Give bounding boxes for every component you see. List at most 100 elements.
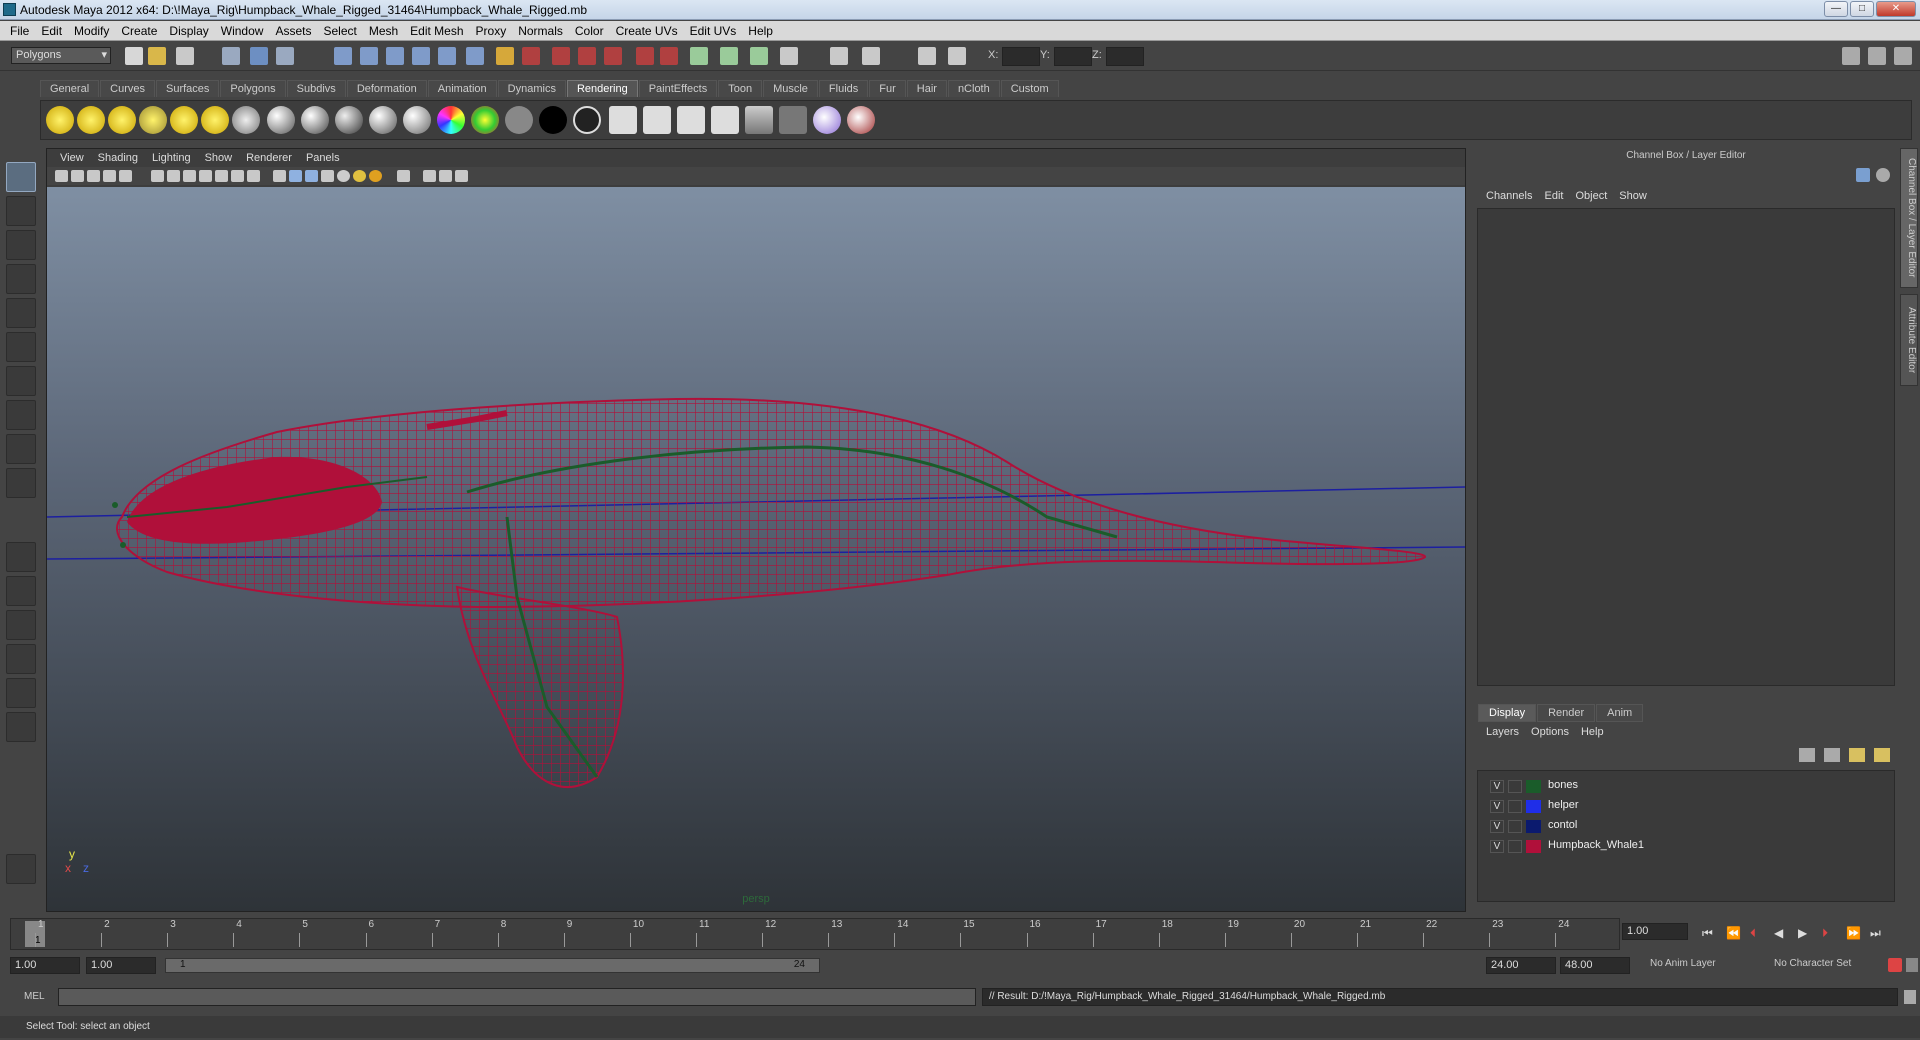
current-frame-field[interactable]: 1.00 — [1622, 923, 1688, 940]
shelf-tab-painteffects[interactable]: PaintEffects — [638, 80, 718, 97]
bookmarks-icon[interactable] — [87, 170, 100, 182]
anti-aliasing-icon[interactable] — [455, 170, 468, 182]
layout-icon[interactable] — [780, 47, 798, 65]
channel-toggle-icon[interactable] — [750, 47, 768, 65]
layer-row[interactable]: V bones — [1478, 777, 1894, 796]
layer-playback-toggle[interactable] — [1508, 780, 1522, 793]
high-quality-icon[interactable] — [423, 170, 436, 182]
perspective-viewport[interactable]: y x z persp — [46, 187, 1466, 911]
menu-display[interactable]: Display — [163, 24, 214, 38]
shelf-tab-fluids[interactable]: Fluids — [818, 80, 869, 97]
select-component-icon[interactable] — [276, 47, 294, 65]
snap-plane-icon[interactable] — [412, 47, 430, 65]
layered-shader-icon[interactable] — [471, 106, 499, 134]
menu-set-dropdown[interactable]: Polygons — [11, 47, 111, 64]
minimize-button[interactable]: — — [1824, 1, 1848, 17]
ambient-occlusion-icon[interactable] — [439, 170, 452, 182]
shelf-tab-subdivs[interactable]: Subdivs — [286, 80, 346, 97]
maximize-button[interactable]: □ — [1850, 1, 1874, 17]
menu-edit[interactable]: Edit — [35, 24, 68, 38]
area-light-icon[interactable] — [170, 106, 198, 134]
render-settings-shelf-icon[interactable] — [677, 106, 705, 134]
ipr-render-icon[interactable] — [578, 47, 596, 65]
show-attribute-editor-icon[interactable] — [1868, 47, 1886, 65]
menu-create-uvs[interactable]: Create UVs — [610, 24, 684, 38]
shelf-tab-animation[interactable]: Animation — [427, 80, 497, 97]
play-backward-icon[interactable]: ◀ — [1774, 926, 1783, 940]
y-field[interactable] — [1054, 47, 1092, 66]
select-hierarchy-icon[interactable] — [222, 47, 240, 65]
layer-playback-toggle[interactable] — [1508, 840, 1522, 853]
channels-menu[interactable]: Channels — [1480, 190, 1538, 202]
move-tool-icon[interactable] — [6, 264, 36, 294]
script-editor-icon[interactable] — [1904, 990, 1916, 1004]
shading-map-icon[interactable] — [573, 106, 601, 134]
anim-start-field[interactable]: 1.00 — [86, 957, 156, 974]
shadows-icon[interactable] — [369, 170, 382, 182]
step-forward-key-icon[interactable]: ⏵ — [1822, 926, 1828, 941]
phonge-shader-icon[interactable] — [403, 106, 431, 134]
tab-anim[interactable]: Anim — [1596, 704, 1644, 722]
render-view-icon[interactable] — [522, 47, 540, 65]
shelf-tab-general[interactable]: General — [40, 80, 100, 97]
render-view-shelf-icon[interactable] — [745, 106, 773, 134]
shelf-tab-curves[interactable]: Curves — [100, 80, 155, 97]
persp-outliner-layout-icon[interactable] — [6, 610, 36, 640]
layer-row[interactable]: V contol — [1478, 817, 1894, 836]
persp-trax-layout-icon[interactable] — [6, 712, 36, 742]
command-input[interactable] — [58, 988, 976, 1006]
last-tool-icon[interactable] — [6, 468, 36, 498]
time-slider[interactable]: 1 1 2 3 4 5 6 7 8 9 10 11 12 13 14 15 16 17 18 19 20 21 22 23 2… — [10, 918, 1620, 950]
select-tool-icon[interactable] — [6, 162, 36, 192]
script-language-label[interactable]: MEL — [24, 991, 45, 1002]
menu-edit-uvs[interactable]: Edit UVs — [684, 24, 743, 38]
open-scene-icon[interactable] — [148, 47, 166, 65]
directional-light-icon[interactable] — [77, 106, 105, 134]
snap-grid-icon[interactable] — [334, 47, 352, 65]
shelf-tab-surfaces[interactable]: Surfaces — [155, 80, 220, 97]
render-current-frame-icon[interactable] — [609, 106, 637, 134]
transform-icon[interactable] — [830, 47, 848, 65]
wireframe-icon[interactable] — [273, 170, 286, 182]
scale-tool-icon[interactable] — [6, 332, 36, 362]
film-gate-icon[interactable] — [167, 170, 180, 182]
soft-modification-icon[interactable] — [6, 400, 36, 430]
layer-visibility-toggle[interactable]: V — [1490, 820, 1504, 833]
layers-menu[interactable]: Layers — [1480, 726, 1525, 738]
attribute-sort-icon[interactable] — [1856, 168, 1870, 182]
z-field[interactable] — [1106, 47, 1144, 66]
channel-list[interactable] — [1477, 208, 1895, 686]
step-back-icon[interactable]: ⏪ — [1726, 926, 1741, 940]
layer-row[interactable]: V helper — [1478, 797, 1894, 816]
go-to-start-icon[interactable]: ⏮ — [1702, 926, 1713, 941]
play-forward-icon[interactable]: ▶ — [1798, 926, 1807, 940]
safe-title-icon[interactable] — [247, 170, 260, 182]
layer-color-swatch[interactable] — [1526, 780, 1541, 793]
lambert-shader-icon[interactable] — [335, 106, 363, 134]
side-tab-attribute-editor[interactable]: Attribute Editor — [1900, 294, 1918, 386]
four-view-layout-icon[interactable] — [6, 576, 36, 606]
layer-visibility-toggle[interactable]: V — [1490, 840, 1504, 853]
shelf-tab-hair[interactable]: Hair — [906, 80, 947, 97]
isolate-select-icon[interactable] — [397, 170, 410, 182]
resolution-gate-icon[interactable] — [183, 170, 196, 182]
safe-action-icon[interactable] — [231, 170, 244, 182]
ramp-shader-icon[interactable] — [437, 106, 465, 134]
menu-edit-mesh[interactable]: Edit Mesh — [404, 24, 469, 38]
paint-select-tool-icon[interactable] — [6, 230, 36, 260]
panel-menu-show[interactable]: Show — [198, 152, 240, 164]
batch-render-icon[interactable] — [779, 106, 807, 134]
history-icon[interactable] — [466, 47, 484, 65]
input-line-icon[interactable] — [690, 47, 708, 65]
panel-menu-view[interactable]: View — [53, 152, 91, 164]
xray-icon[interactable] — [321, 170, 334, 182]
end-time-field[interactable]: 24.00 — [1486, 957, 1556, 974]
anisotropic-shader-icon[interactable] — [267, 106, 295, 134]
two-d-pan-icon[interactable] — [119, 170, 132, 182]
menu-file[interactable]: File — [4, 24, 35, 38]
cb-show-menu[interactable]: Show — [1613, 190, 1653, 202]
blinn-shader-icon[interactable] — [301, 106, 329, 134]
shelf-tab-muscle[interactable]: Muscle — [763, 80, 818, 97]
universal-manipulator-icon[interactable] — [6, 366, 36, 396]
show-channel-box-icon[interactable] — [1842, 47, 1860, 65]
